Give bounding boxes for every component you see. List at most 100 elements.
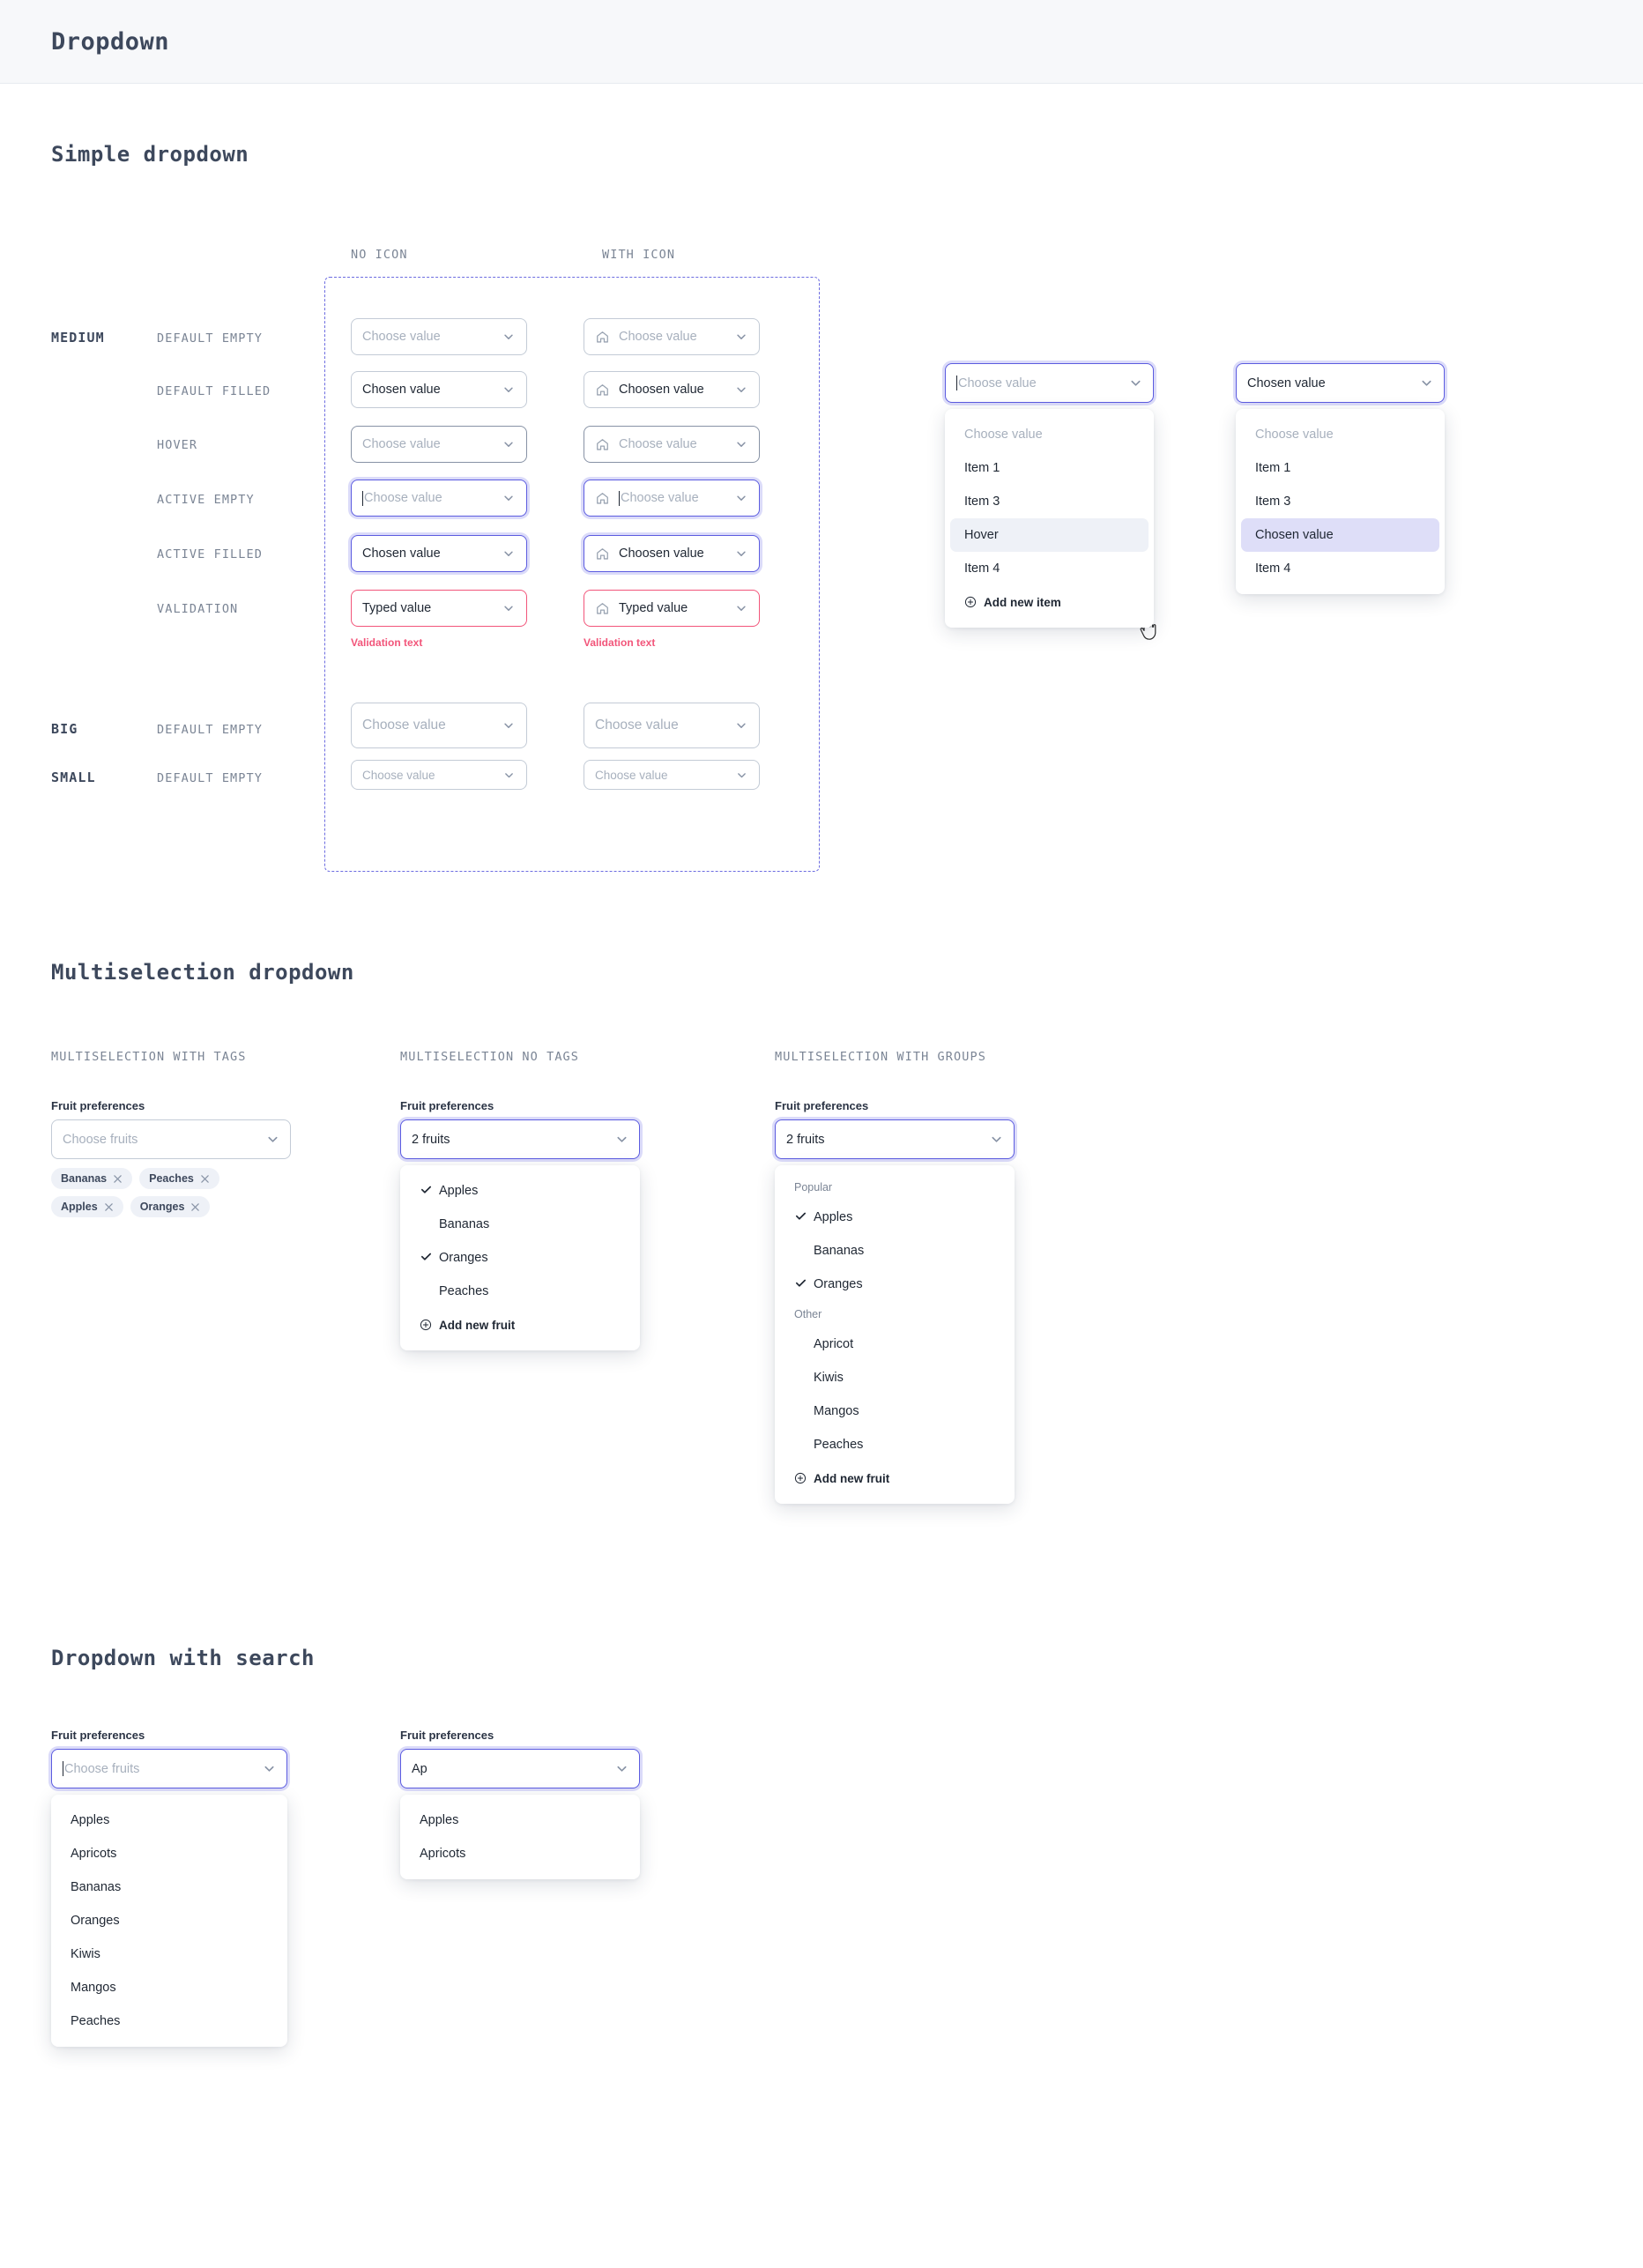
- dropdown-open-empty-trigger[interactable]: Choose value: [945, 363, 1154, 403]
- multiselect-no-tags: Fruit preferences 2 fruits Apples Banana…: [400, 1099, 640, 1350]
- menu-item[interactable]: Item 4: [1236, 552, 1445, 585]
- menu-item: Choose value: [1255, 428, 1334, 442]
- menu-item-label: Mangos: [814, 1404, 859, 1418]
- add-new-item-button[interactable]: Add new item: [945, 585, 1154, 619]
- menu-item[interactable]: Kiwis: [775, 1361, 1015, 1394]
- chevron-down-icon: [989, 1133, 1003, 1147]
- tag-chip[interactable]: Oranges: [130, 1196, 211, 1217]
- menu-item[interactable]: Apples: [400, 1174, 640, 1208]
- state-label-active-empty: ACTIVE EMPTY: [157, 493, 255, 507]
- menu-item[interactable]: Mangos: [775, 1394, 1015, 1428]
- dropdown-icon-small-default-empty[interactable]: Choose value: [584, 760, 760, 790]
- menu-item[interactable]: Apples: [51, 1803, 287, 1837]
- column-header-multiselection-tags: MULTISELECTION WITH TAGS: [51, 1050, 247, 1064]
- menu-item[interactable]: Apples: [400, 1803, 640, 1837]
- dropdown-menu-selected: Choose value Item 1 Item 3 Chosen value …: [1236, 409, 1445, 594]
- text-cursor: [362, 490, 363, 506]
- validation-message-with-icon: Validation text: [584, 636, 656, 649]
- dropdown-icon-medium-hover[interactable]: Choose value: [584, 426, 760, 463]
- search-input-typed[interactable]: Ap: [400, 1749, 640, 1788]
- menu-item[interactable]: Bananas: [51, 1870, 287, 1904]
- dropdown-big-default-empty[interactable]: Choose value: [351, 703, 527, 748]
- close-icon[interactable]: [104, 1202, 114, 1212]
- home-icon: [595, 490, 611, 506]
- menu-item-label: Peaches: [439, 1284, 489, 1298]
- plus-circle-icon: [794, 1472, 807, 1484]
- tag-chip[interactable]: Bananas: [51, 1168, 133, 1189]
- field-label: Fruit preferences: [400, 1099, 494, 1112]
- dropdown-value: Choose value: [362, 437, 441, 451]
- dropdown-medium-hover[interactable]: Choose value: [351, 426, 527, 463]
- close-icon[interactable]: [190, 1202, 200, 1212]
- multiselect-tags-input[interactable]: Choose fruits: [51, 1119, 291, 1159]
- menu-item[interactable]: Item 1: [1236, 451, 1445, 485]
- multiselect-no-tags-input[interactable]: 2 fruits: [400, 1119, 640, 1159]
- menu-item[interactable]: Peaches: [400, 1275, 640, 1308]
- dropdown-small-default-empty[interactable]: Choose value: [351, 760, 527, 790]
- menu-item[interactable]: Item 4: [945, 552, 1154, 585]
- menu-item[interactable]: Kiwis: [51, 1937, 287, 1971]
- multiselect-groups-input[interactable]: 2 fruits: [775, 1119, 1015, 1159]
- tag-chip[interactable]: Peaches: [139, 1168, 219, 1189]
- close-icon[interactable]: [200, 1174, 210, 1184]
- menu-item-label: Apples: [439, 1184, 479, 1198]
- dropdown-medium-default-empty[interactable]: Choose value: [351, 318, 527, 355]
- check-icon: [794, 1276, 814, 1292]
- menu-item[interactable]: Mangos: [51, 1971, 287, 2004]
- menu-item-selected[interactable]: Chosen value: [1241, 518, 1439, 552]
- add-new-fruit-label: Add new fruit: [439, 1318, 516, 1332]
- dropdown-icon-medium-active-empty[interactable]: Choose value: [584, 480, 760, 517]
- chevron-down-icon: [1419, 376, 1433, 390]
- dropdown-icon-medium-active-filled[interactable]: Choosen value: [584, 535, 760, 572]
- chevron-down-icon: [502, 491, 516, 505]
- tag-label: Peaches: [149, 1172, 194, 1185]
- dropdown-open-selected-trigger[interactable]: Chosen value: [1236, 363, 1445, 403]
- section-title-search: Dropdown with search: [51, 1646, 315, 1670]
- menu-item[interactable]: Apricot: [775, 1327, 1015, 1361]
- chevron-down-icon: [734, 383, 748, 397]
- dropdown-icon-medium-validation[interactable]: Typed value: [584, 590, 760, 627]
- dropdown-value: Choose value: [958, 376, 1037, 390]
- dropdown-value: Chosen value: [362, 383, 441, 397]
- close-icon[interactable]: [113, 1174, 123, 1184]
- chevron-down-icon: [734, 437, 748, 451]
- chevron-down-icon: [614, 1762, 628, 1776]
- state-label-big-default-empty: DEFAULT EMPTY: [157, 723, 263, 737]
- dropdown-medium-validation[interactable]: Typed value: [351, 590, 527, 627]
- menu-item[interactable]: Apricots: [400, 1837, 640, 1870]
- add-new-fruit-button[interactable]: Add new fruit: [400, 1308, 640, 1342]
- menu-item[interactable]: Oranges: [51, 1904, 287, 1937]
- menu-item[interactable]: Peaches: [51, 2004, 287, 2038]
- menu-item[interactable]: Apples: [775, 1201, 1015, 1234]
- field-label: Fruit preferences: [51, 1099, 145, 1112]
- tag-chip[interactable]: Apples: [51, 1196, 123, 1217]
- menu-item[interactable]: Item 3: [945, 485, 1154, 518]
- search-dropdown-typed: Fruit preferences Ap Apples Apricots: [400, 1729, 640, 1879]
- menu-item-hovered[interactable]: Hover: [950, 518, 1149, 552]
- menu-item[interactable]: Bananas: [775, 1234, 1015, 1268]
- menu-item[interactable]: Oranges: [775, 1268, 1015, 1301]
- menu-item[interactable]: Item 1: [945, 451, 1154, 485]
- menu-item[interactable]: Bananas: [400, 1208, 640, 1241]
- dropdown-icon-medium-default-filled[interactable]: Choosen value: [584, 371, 760, 408]
- dropdown-icon-big-default-empty[interactable]: Choose value: [584, 703, 760, 748]
- menu-item[interactable]: Item 3: [1236, 485, 1445, 518]
- chevron-down-icon: [502, 601, 516, 615]
- search-input-empty[interactable]: Choose fruits: [51, 1749, 287, 1788]
- column-header-multiselection-groups: MULTISELECTION WITH GROUPS: [775, 1050, 986, 1064]
- dropdown-value: Choosen value: [619, 383, 704, 397]
- menu-item-label: Peaches: [814, 1438, 864, 1452]
- dropdown-icon-medium-default-empty[interactable]: Choose value: [584, 318, 760, 355]
- add-new-fruit-button[interactable]: Add new fruit: [775, 1461, 1015, 1495]
- dropdown-medium-active-filled[interactable]: Chosen value: [351, 535, 527, 572]
- dropdown-medium-active-empty[interactable]: Choose value: [351, 480, 527, 517]
- menu-item[interactable]: Oranges: [400, 1241, 640, 1275]
- chevron-down-icon: [502, 383, 516, 397]
- add-new-item-label: Add new item: [984, 595, 1061, 609]
- menu-item[interactable]: Peaches: [775, 1428, 1015, 1461]
- dropdown-medium-default-filled[interactable]: Chosen value: [351, 371, 527, 408]
- dropdown-value: Choose value: [362, 718, 446, 732]
- state-label-validation: VALIDATION: [157, 602, 239, 616]
- multiselect-groups-menu: Popular Apples Bananas Oranges Other Apr…: [775, 1165, 1015, 1504]
- menu-item[interactable]: Apricots: [51, 1837, 287, 1870]
